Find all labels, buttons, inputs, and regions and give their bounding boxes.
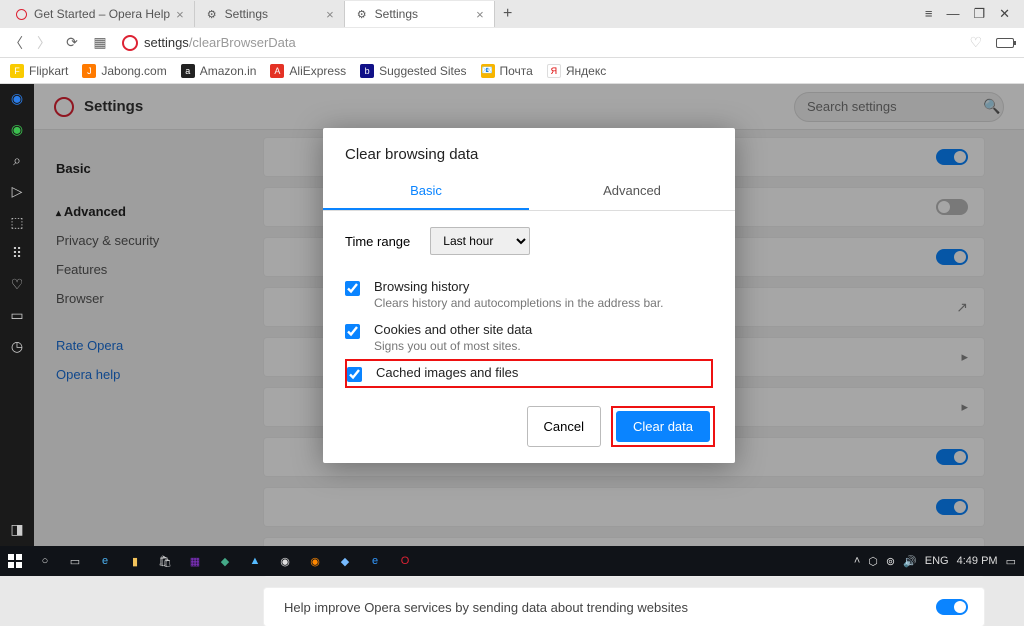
store-icon[interactable]: 🛍 [150, 546, 180, 576]
checkbox[interactable] [347, 367, 362, 382]
tab-strip: Get Started – Opera Help × ⚙ Settings × … [4, 0, 915, 28]
tray-up-icon[interactable]: ˄ [854, 555, 860, 567]
app-icon[interactable]: ◆ [210, 546, 240, 576]
new-tab-button[interactable]: + [495, 5, 521, 23]
tray-icon[interactable]: ⬡ [868, 555, 878, 568]
menu-icon[interactable]: ≡ [925, 6, 933, 22]
gear-icon: ⚙ [355, 7, 369, 21]
dialog-tab-advanced[interactable]: Advanced [529, 173, 735, 210]
checkbox[interactable] [345, 281, 360, 296]
app-icon[interactable]: ▲ [240, 546, 270, 576]
bookmark-yandex[interactable]: ЯЯндекс [547, 64, 606, 78]
reload-icon[interactable]: ⟳ [62, 34, 82, 51]
dialog-tab-basic[interactable]: Basic [323, 173, 529, 210]
close-window-icon[interactable]: ✕ [999, 6, 1010, 22]
check-label: Cached images and files [376, 365, 518, 380]
close-icon[interactable]: × [476, 7, 484, 22]
camera-icon[interactable]: ⬚ [10, 214, 23, 231]
bookmark-suggested[interactable]: bSuggested Sites [360, 64, 466, 78]
close-icon[interactable]: × [326, 7, 334, 22]
dialog-tabs: Basic Advanced [323, 173, 735, 211]
firefox-icon[interactable]: ◉ [300, 546, 330, 576]
whatsapp-icon[interactable]: ◉ [11, 121, 23, 138]
maximize-icon[interactable]: ❐ [973, 6, 985, 22]
row-label: Help improve Opera services by sending d… [284, 600, 688, 615]
opera-icon[interactable]: O [390, 546, 420, 576]
address-text: settings/clearBrowserData [144, 35, 296, 50]
speed-dial-icon[interactable]: ▦ [90, 34, 110, 51]
app-icon[interactable]: ◆ [330, 546, 360, 576]
chrome-icon[interactable]: ◉ [270, 546, 300, 576]
window-controls: ≡ — ❐ ✕ [915, 6, 1020, 22]
bookmark-flipkart[interactable]: FFlipkart [10, 64, 68, 78]
check-cached[interactable]: Cached images and files [345, 359, 713, 388]
clear-data-button[interactable]: Clear data [616, 411, 710, 442]
opera-icon [14, 7, 28, 21]
battery-icon[interactable] [996, 38, 1014, 48]
tab-label: Get Started – Opera Help [34, 7, 170, 21]
tab-help[interactable]: Get Started – Opera Help × [4, 1, 195, 27]
windows-taskbar: ○ ▭ e ▮ 🛍 ▦ ◆ ▲ ◉ ◉ ◆ e O ˄ ⬡ ⊚ 🔊 ENG 4:… [0, 546, 1024, 576]
check-sub: Clears history and autocompletions in th… [374, 296, 664, 310]
cortana-icon[interactable]: ○ [30, 546, 60, 576]
address-bar[interactable]: settings/clearBrowserData [118, 35, 961, 51]
system-tray: ˄ ⬡ ⊚ 🔊 ENG 4:49 PM ▭ [854, 555, 1024, 568]
tab-settings-2[interactable]: ⚙ Settings × [345, 1, 495, 27]
checkbox[interactable] [345, 324, 360, 339]
time-range-select[interactable]: Last hour [430, 227, 530, 255]
edge-icon[interactable]: e [90, 546, 120, 576]
expand-icon[interactable]: ◨ [10, 521, 23, 538]
task-view-icon[interactable]: ▭ [60, 546, 90, 576]
start-button[interactable] [0, 546, 30, 576]
clear-browsing-data-dialog: Clear browsing data Basic Advanced Time … [323, 128, 735, 463]
wifi-icon[interactable]: ⊚ [886, 555, 895, 568]
ie-icon[interactable]: e [360, 546, 390, 576]
tab-settings-1[interactable]: ⚙ Settings × [195, 1, 345, 27]
explorer-icon[interactable]: ▮ [120, 546, 150, 576]
check-cookies[interactable]: Cookies and other site data Signs you ou… [345, 316, 713, 359]
window-titlebar: Get Started – Opera Help × ⚙ Settings × … [0, 0, 1024, 28]
heart-icon[interactable]: ♡ [969, 34, 982, 51]
tab-label: Settings [225, 7, 268, 21]
check-browsing-history[interactable]: Browsing history Clears history and auto… [345, 273, 713, 316]
close-icon[interactable]: × [176, 7, 184, 22]
bookmarks-bar: FFlipkart JJabong.com aAmazon.in AAliExp… [0, 58, 1024, 84]
play-icon[interactable]: ▷ [12, 183, 23, 200]
bookmark-pochta[interactable]: 📧Почта [481, 64, 533, 78]
bookmark-jabong[interactable]: JJabong.com [82, 64, 166, 78]
volume-icon[interactable]: 🔊 [903, 555, 917, 568]
check-sub: Signs you out of most sites. [374, 339, 532, 353]
back-icon[interactable]: 〈 [6, 33, 26, 53]
settings-row-help-improve[interactable]: Help improve Opera services by sending d… [264, 588, 984, 626]
history-icon[interactable]: ◷ [11, 338, 23, 355]
time-range-label: Time range [345, 234, 410, 249]
messenger-icon[interactable]: ◉ [11, 90, 23, 107]
check-label: Cookies and other site data [374, 322, 532, 337]
dialog-title: Clear browsing data [323, 128, 735, 173]
lang-indicator[interactable]: ENG [925, 555, 949, 567]
notifications-icon[interactable]: ▭ [1006, 555, 1016, 568]
news-icon[interactable]: ▭ [10, 307, 23, 324]
highlight-box: Clear data [611, 406, 715, 447]
apps-icon[interactable]: ⠿ [12, 245, 22, 262]
gear-icon: ⚙ [205, 7, 219, 21]
check-label: Browsing history [374, 279, 664, 294]
bookmark-aliexpress[interactable]: AAliExpress [270, 64, 346, 78]
heart-icon[interactable]: ♡ [11, 276, 24, 293]
search-icon[interactable]: ⌕ [13, 152, 21, 169]
app-icon[interactable]: ▦ [180, 546, 210, 576]
clock[interactable]: 4:49 PM [957, 555, 998, 567]
opera-icon [122, 35, 138, 51]
side-panel: ◉ ◉ ⌕ ▷ ⬚ ⠿ ♡ ▭ ◷ ◨ [0, 84, 34, 546]
forward-icon[interactable]: 〉 [34, 33, 54, 53]
cancel-button[interactable]: Cancel [527, 406, 601, 447]
tab-label: Settings [375, 7, 418, 21]
toggle[interactable] [936, 599, 968, 615]
bookmark-amazon[interactable]: aAmazon.in [181, 64, 257, 78]
nav-bar: 〈 〉 ⟳ ▦ settings/clearBrowserData ♡ [0, 28, 1024, 58]
minimize-icon[interactable]: — [946, 6, 959, 22]
